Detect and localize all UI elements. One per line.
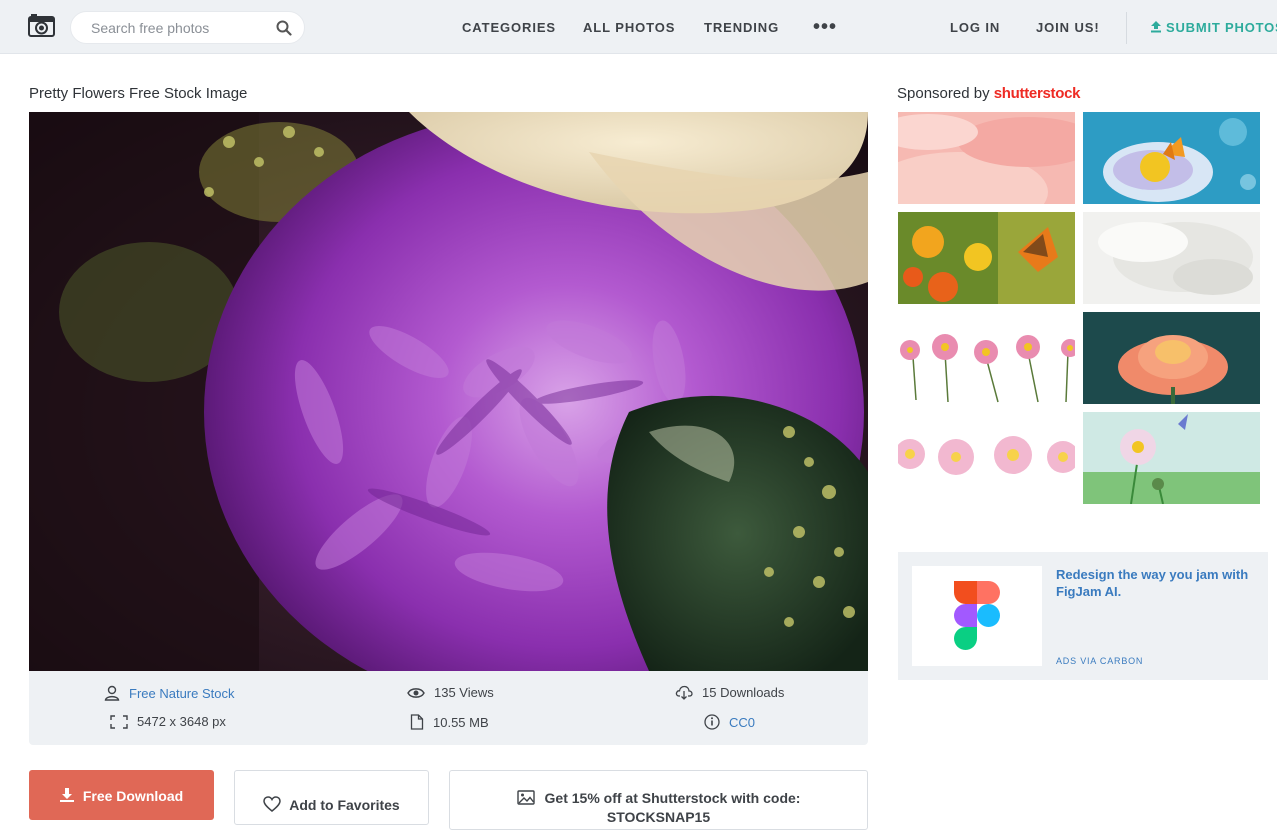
views-value: 135 Views: [434, 685, 494, 700]
photo-meta-panel: Free Nature Stock 5472 x 3648 px 135 Vie…: [29, 671, 868, 745]
expand-icon: [110, 714, 128, 729]
sponsored-thumb-orange-lotus[interactable]: [1083, 312, 1260, 404]
ads-via-carbon-link[interactable]: ADS VIA CARBON: [1056, 656, 1143, 666]
downloads-row: 15 Downloads: [675, 685, 784, 700]
eye-icon: [407, 687, 425, 698]
orange-lotus-image: [1083, 312, 1260, 404]
sponsored-heading: Sponsored by shutterstock: [897, 85, 1080, 102]
frangipani-image: [898, 412, 1075, 504]
free-download-label: Free Download: [82, 788, 184, 804]
nav-categories[interactable]: CATEGORIES: [462, 20, 556, 35]
ad-text[interactable]: Redesign the way you jam with FigJam AI.: [1056, 566, 1261, 600]
upload-icon: [1151, 21, 1161, 33]
license-row: CC0: [704, 714, 755, 730]
sponsored-thumb-pink-daisies[interactable]: [898, 312, 1075, 404]
file-icon: [410, 714, 424, 730]
login-link[interactable]: LOG IN: [950, 20, 1000, 35]
user-icon: [104, 685, 120, 701]
lantana-butterfly-image: [898, 212, 1075, 304]
downloads-value: 15 Downloads: [702, 685, 785, 700]
pink-petals-image: [898, 112, 1075, 204]
author-row: Free Nature Stock: [104, 685, 235, 701]
search-input[interactable]: [91, 20, 271, 36]
sponsored-thumb-pink-petals[interactable]: [898, 112, 1075, 204]
butterfly-blue-image: [1083, 112, 1260, 204]
download-icon: [59, 788, 74, 802]
ad-image[interactable]: [912, 566, 1042, 666]
carbon-ad[interactable]: Redesign the way you jam with FigJam AI.…: [898, 552, 1268, 680]
submit-photos-label: SUBMIT PHOTOS: [1166, 20, 1277, 35]
pink-daisies-image: [898, 312, 1075, 404]
sponsored-thumb-butterfly-blue[interactable]: [1083, 112, 1260, 204]
sponsored-thumb-anemone-butterfly[interactable]: [1083, 412, 1260, 504]
more-menu-icon[interactable]: •••: [813, 16, 837, 39]
add-to-favorites-button[interactable]: Add to Favorites: [234, 770, 429, 825]
anemone-butterfly-image: [1083, 412, 1260, 504]
dimensions-value: 5472 x 3648 px: [137, 714, 226, 729]
header-divider: [1126, 12, 1127, 44]
page-title: Pretty Flowers Free Stock Image: [29, 85, 248, 102]
flower-photo-illustration: [29, 112, 868, 671]
main-photo[interactable]: [29, 112, 868, 671]
submit-photos-link[interactable]: SUBMIT PHOTOS: [1150, 20, 1277, 35]
file-size-row: 10.55 MB: [410, 714, 489, 730]
join-link[interactable]: JOIN US!: [1036, 20, 1100, 35]
views-row: 135 Views: [407, 685, 494, 700]
cloud-download-icon: [675, 685, 693, 700]
sponsored-thumb-lantana-butterfly[interactable]: [898, 212, 1075, 304]
figma-logo-icon: [954, 581, 1000, 650]
promo-code: STOCKSNAP15: [606, 809, 711, 825]
camera-logo-icon[interactable]: [28, 14, 55, 37]
search-box: [70, 11, 305, 44]
white-petals-image: [1083, 212, 1260, 304]
site-header: CATEGORIES ALL PHOTOS TRENDING ••• LOG I…: [0, 0, 1277, 54]
sponsored-prefix: Sponsored by: [897, 85, 990, 102]
image-icon: [516, 790, 535, 805]
nav-all-photos[interactable]: ALL PHOTOS: [583, 20, 675, 35]
nav-trending[interactable]: TRENDING: [704, 20, 779, 35]
license-link[interactable]: CC0: [729, 715, 755, 730]
shutterstock-promo[interactable]: Get 15% off at Shutterstock with code: S…: [449, 770, 868, 830]
promo-text: Get 15% off at Shutterstock with code:: [544, 790, 801, 806]
search-icon[interactable]: [276, 20, 292, 36]
shutterstock-brand[interactable]: shutterstock: [994, 85, 1081, 102]
info-icon: [704, 714, 720, 730]
dimensions-row: 5472 x 3648 px: [110, 714, 226, 729]
sponsored-thumb-frangipani[interactable]: [898, 412, 1075, 504]
promo-line-1: Get 15% off at Shutterstock with code:: [450, 789, 867, 808]
add-to-favorites-label: Add to Favorites: [289, 797, 400, 813]
sponsored-thumb-white-petals[interactable]: [1083, 212, 1260, 304]
author-link[interactable]: Free Nature Stock: [129, 686, 235, 701]
heart-icon: [263, 796, 282, 812]
file-size-value: 10.55 MB: [433, 714, 489, 730]
